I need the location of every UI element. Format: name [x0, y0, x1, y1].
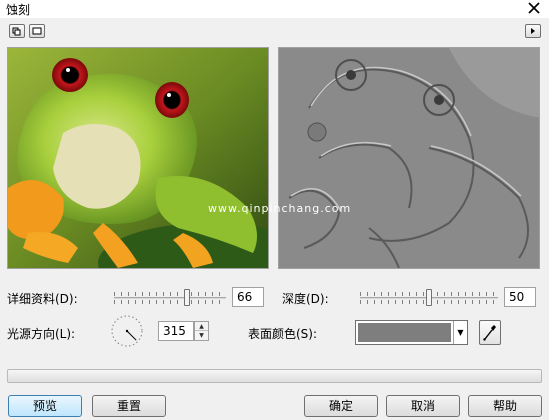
- preview-button[interactable]: 预览: [8, 395, 82, 417]
- etched-preview[interactable]: [278, 47, 540, 269]
- light-direction-spinner[interactable]: ▲ ▼: [194, 321, 209, 341]
- depth-value-input[interactable]: 50: [504, 287, 536, 307]
- detail-slider[interactable]: [114, 289, 226, 307]
- frog-etched-image: [279, 48, 539, 268]
- two-panel-view-button[interactable]: [9, 24, 25, 38]
- light-direction-input[interactable]: 315: [158, 321, 194, 341]
- single-panel-view-icon: [32, 27, 42, 35]
- detail-slider-track: [114, 297, 226, 299]
- eyedropper-icon: [483, 325, 496, 341]
- depth-label: 深度(D):: [282, 292, 329, 306]
- detail-label: 详细资料(D):: [7, 292, 78, 306]
- window-title: 蚀刻: [6, 3, 31, 17]
- cancel-button[interactable]: 取消: [386, 395, 460, 417]
- help-button[interactable]: 帮助: [468, 395, 542, 417]
- progress-bar: [7, 369, 542, 383]
- single-panel-view-button[interactable]: [29, 24, 45, 38]
- color-swatch: [358, 323, 451, 342]
- eyedropper-button[interactable]: [479, 320, 501, 345]
- original-preview[interactable]: [7, 47, 269, 269]
- reset-button[interactable]: 重置: [92, 395, 166, 417]
- light-direction-dial[interactable]: [109, 313, 145, 349]
- depth-slider-thumb[interactable]: [426, 289, 432, 306]
- close-icon[interactable]: [527, 1, 541, 15]
- spin-down-icon[interactable]: ▼: [195, 331, 208, 340]
- spin-up-icon[interactable]: ▲: [195, 322, 208, 331]
- detail-slider-thumb[interactable]: [184, 289, 190, 306]
- dropdown-arrow-icon[interactable]: ▼: [453, 321, 467, 344]
- play-arrow-button[interactable]: [525, 24, 541, 38]
- two-panel-view-icon: [12, 27, 21, 36]
- surface-color-label: 表面颜色(S):: [248, 327, 318, 341]
- surface-color-dropdown[interactable]: ▼: [355, 320, 468, 345]
- play-arrow-icon: [531, 28, 535, 34]
- frog-color-image: [8, 48, 268, 268]
- watermark-text: www.qinpinchang.com: [208, 202, 352, 215]
- light-direction-label: 光源方向(L):: [7, 327, 76, 341]
- depth-slider[interactable]: [360, 289, 498, 307]
- title-bar: 蚀刻: [0, 0, 549, 18]
- detail-value-input[interactable]: 66: [232, 287, 264, 307]
- ok-button[interactable]: 确定: [304, 395, 378, 417]
